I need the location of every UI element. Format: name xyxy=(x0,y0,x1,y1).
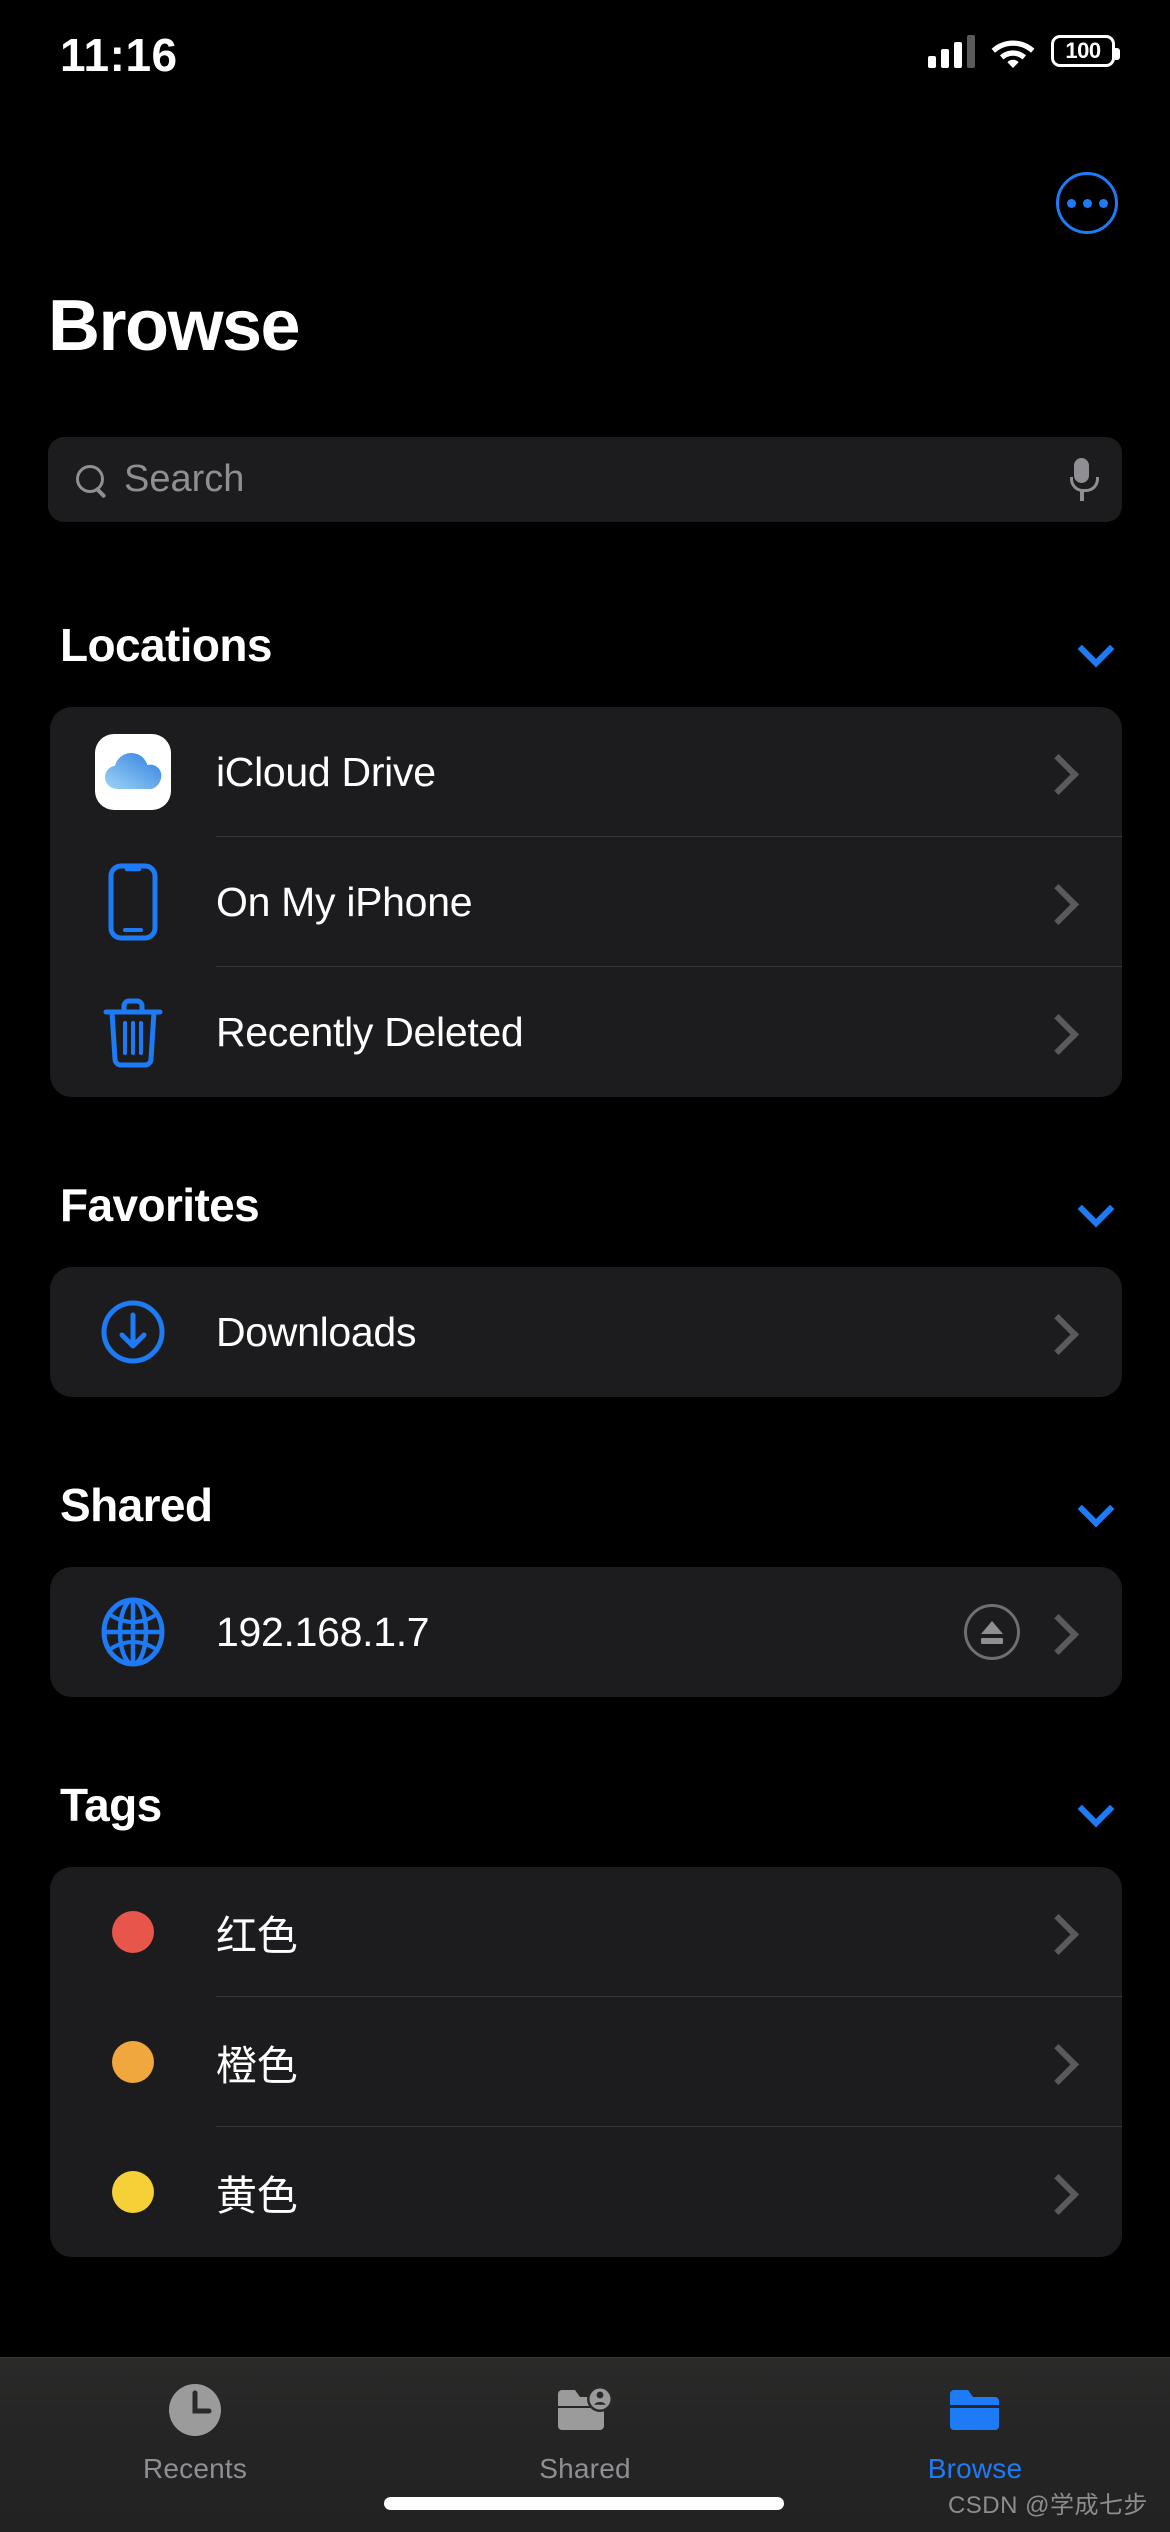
section-header-favorites[interactable]: Favorites xyxy=(48,1175,1122,1235)
microphone-icon[interactable] xyxy=(1066,457,1099,502)
list-item[interactable]: 黄色 xyxy=(50,2127,1122,2257)
tab-shared-label: Shared xyxy=(539,2453,631,2484)
status-bar-time: 11:16 xyxy=(60,29,178,81)
chevron-down-icon[interactable] xyxy=(1078,1188,1112,1222)
tab-browse-label: Browse xyxy=(927,2453,1023,2484)
list-item[interactable]: iCloud Drive xyxy=(50,707,1122,837)
list-item[interactable]: 红色 xyxy=(50,1867,1122,1997)
files-app-browse-screen: 11:16 100 Browse Locations iCloud Drive On… xyxy=(0,0,1170,2532)
list-item[interactable]: Downloads xyxy=(50,1267,1122,1397)
search-icon xyxy=(74,463,108,497)
tab-recents[interactable]: Recents xyxy=(0,2358,390,2532)
iphone-icon xyxy=(108,863,158,941)
folder-icon xyxy=(950,2390,999,2430)
list-item-icon xyxy=(50,863,216,941)
list-item-icon xyxy=(50,2171,216,2213)
list-item-label: 橙色 xyxy=(216,2043,298,2089)
list-item[interactable]: On My iPhone xyxy=(50,837,1122,967)
wifi-icon xyxy=(991,40,1035,68)
folder-person-icon xyxy=(558,2386,613,2430)
section-title: Locations xyxy=(60,619,272,671)
watermark: CSDN @学成七步 xyxy=(947,2492,1148,2519)
chevron-down-icon[interactable] xyxy=(1078,1488,1112,1522)
list-item-icon xyxy=(50,1299,216,1365)
download-circle-icon xyxy=(100,1299,166,1365)
ellipsis-circle-icon[interactable] xyxy=(1056,172,1118,234)
clock-icon xyxy=(169,2384,221,2436)
chevron-down-icon[interactable] xyxy=(1078,1788,1112,1822)
chevron-right-icon xyxy=(1038,2171,1080,2213)
section-header-locations[interactable]: Locations xyxy=(48,615,1122,675)
chevron-right-icon xyxy=(1038,2041,1080,2083)
trash-icon xyxy=(101,995,165,1069)
list-item-icon xyxy=(50,1911,216,1953)
section-header-tags[interactable]: Tags xyxy=(48,1775,1122,1835)
section-card-tags: 红色 橙色 黄色 xyxy=(50,1867,1122,2257)
list-item[interactable]: 192.168.1.7 xyxy=(50,1567,1122,1697)
chevron-right-icon xyxy=(1038,1311,1080,1353)
list-item[interactable]: 橙色 xyxy=(50,1997,1122,2127)
list-item-label: Downloads xyxy=(216,1308,417,1355)
section-title: Tags xyxy=(60,1779,162,1831)
section-title: Favorites xyxy=(60,1179,260,1231)
section-card-favorites: Downloads xyxy=(50,1267,1122,1397)
list-item-icon xyxy=(50,734,216,810)
chevron-right-icon xyxy=(1038,881,1080,923)
battery-icon: 100 xyxy=(1051,35,1120,67)
section-card-locations: iCloud Drive On My iPhone Recently Deleted xyxy=(50,707,1122,1097)
battery-level-label: 100 xyxy=(1065,38,1101,63)
icloud-drive-icon xyxy=(95,734,171,810)
status-bar: 11:16 100 xyxy=(0,0,1170,100)
chevron-down-icon[interactable] xyxy=(1078,628,1112,662)
eject-icon[interactable] xyxy=(964,1604,1020,1660)
list-item-icon xyxy=(50,2041,216,2083)
status-bar-indicators: 100 xyxy=(928,34,1120,68)
search-bar[interactable] xyxy=(48,437,1122,522)
list-item-label: 192.168.1.7 xyxy=(216,1608,430,1655)
list-item-label: On My iPhone xyxy=(216,878,473,925)
chevron-right-icon xyxy=(1038,751,1080,793)
list-item-label: 黄色 xyxy=(216,2173,298,2219)
list-item-label: 红色 xyxy=(216,1913,298,1959)
chevron-right-icon xyxy=(1038,1011,1080,1053)
chevron-right-icon xyxy=(1038,1611,1080,1653)
tab-recents-label: Recents xyxy=(142,2453,248,2484)
section-title: Shared xyxy=(60,1479,213,1531)
list-item-icon xyxy=(50,1596,216,1668)
tab-bar: Recents Shared Browse CSDN @学成七步 xyxy=(0,2357,1170,2532)
chevron-right-icon xyxy=(1038,1911,1080,1953)
page-title: Browse xyxy=(48,286,301,366)
list-item[interactable]: Recently Deleted xyxy=(50,967,1122,1097)
globe-icon xyxy=(100,1596,166,1668)
list-item-icon xyxy=(50,995,216,1069)
cellular-bars-icon xyxy=(928,34,975,68)
section-header-shared[interactable]: Shared xyxy=(48,1475,1122,1535)
tag-dot-icon xyxy=(112,2171,154,2213)
section-card-shared: 192.168.1.7 xyxy=(50,1567,1122,1697)
home-indicator[interactable] xyxy=(384,2497,784,2510)
list-item-label: iCloud Drive xyxy=(216,748,436,795)
tag-dot-icon xyxy=(112,2041,154,2083)
list-item-label: Recently Deleted xyxy=(216,1008,524,1055)
tag-dot-icon xyxy=(112,1911,154,1953)
search-input[interactable] xyxy=(124,458,1066,501)
